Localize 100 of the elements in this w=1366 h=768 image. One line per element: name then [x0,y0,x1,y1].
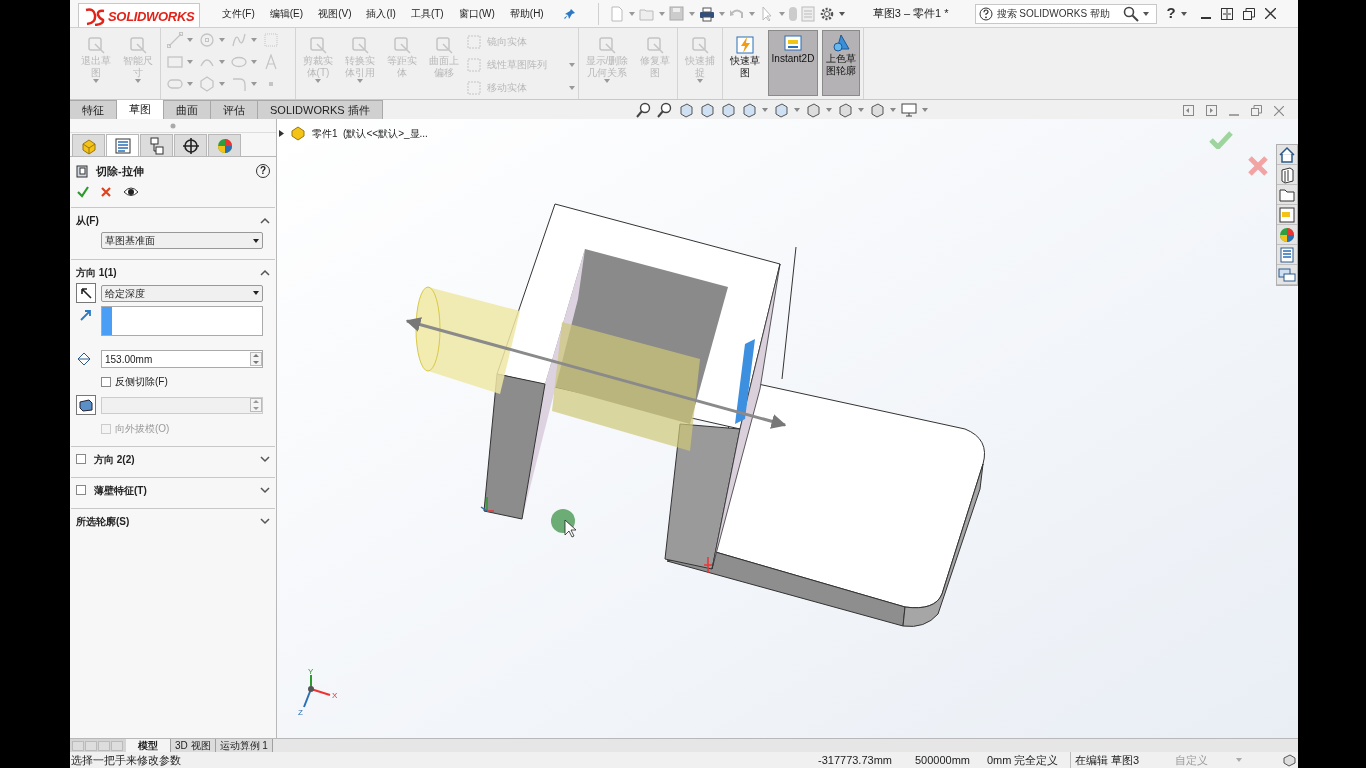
section-header[interactable]: 薄壁特征(T) [94,482,147,498]
ok-icon[interactable] [77,186,89,198]
feature-tree-item[interactable]: 零件1 (默认<<默认>_显... [312,125,428,141]
settings-icon[interactable] [818,5,835,22]
command-tab[interactable]: 草图 [117,100,164,119]
tool-icon [350,35,370,55]
chevron-icon[interactable] [260,455,270,463]
search-icon [1122,5,1139,22]
close-icon[interactable] [1264,8,1276,19]
chevron-icon[interactable] [260,216,270,224]
checkbox[interactable] [76,485,86,495]
panel-title: 切除-拉伸 [96,163,144,179]
home-icon[interactable] [1278,145,1296,164]
menu-item[interactable]: 工具(T) [410,6,444,21]
eye-icon[interactable] [123,186,139,198]
grip-icon[interactable] [170,122,176,129]
draft-icon [78,398,94,412]
property-list-icon[interactable] [1278,245,1296,264]
appearance-ball-icon[interactable] [1278,225,1296,244]
search-field[interactable]: 搜索 SOLIDWORKS 帮助 [974,3,1157,24]
axis-label: Z [298,708,303,717]
caret-icon[interactable] [253,238,259,243]
spinner-icon[interactable] [250,352,262,366]
palette-icon[interactable] [1278,205,1296,224]
logo-text: SOLIDWORKS [108,8,195,27]
ribbon-button[interactable]: Instant2D [768,30,818,96]
menu-item[interactable]: 编辑(E) [269,6,304,21]
chat-icon[interactable] [1278,265,1296,284]
dropdown[interactable]: 草图基准面 [101,232,263,249]
cancel-icon[interactable] [101,187,111,197]
sketch-origin-icon [703,556,713,574]
expand-arrow-icon[interactable] [279,129,284,137]
axis-label: X [332,691,338,700]
tool-icon [597,35,617,55]
save-icon[interactable] [668,5,685,22]
checkbox[interactable] [76,454,86,464]
tool-icon [392,35,412,55]
command-tab[interactable]: SOLIDWORKS 插件 [258,100,383,119]
print-icon[interactable] [698,5,715,22]
library-icon[interactable] [1278,165,1296,184]
selection-list[interactable] [101,306,263,336]
section-header[interactable]: 从(F) [76,212,99,228]
view-tab[interactable]: 模型 [126,739,171,752]
pin-icon[interactable] [563,7,576,20]
spinner-icon[interactable] [250,398,262,412]
window-title: 草图3 – 零件1 * [872,6,949,22]
ribbon-button[interactable]: 快速草图 [726,32,764,80]
logo-icon [84,8,106,26]
help-button[interactable]: ? [1166,2,1176,25]
checkbox[interactable] [101,376,111,387]
section-header[interactable]: 方向 1(1) [76,264,117,280]
ribbon-button[interactable]: 上色草图轮廓 [822,30,860,96]
origin-triad-icon [480,496,495,512]
menu-item[interactable]: 帮助(H) [509,6,544,21]
chevron-icon[interactable] [260,517,270,525]
tool-icon [690,35,710,55]
menu-item[interactable]: 文件(F) [222,6,255,21]
caret-icon[interactable] [1142,11,1149,16]
menu-item[interactable]: 视图(V) [318,6,352,21]
monitor-icon[interactable] [901,102,917,118]
tile-icon[interactable] [1220,7,1233,20]
status-message: 选择一把手来修改参数 [70,752,181,768]
reverse-direction-button[interactable] [76,283,96,303]
chevron-icon[interactable] [260,268,270,276]
status-field: -317773.73mm [818,751,892,768]
ruler-sketch-icon [783,33,803,53]
command-tab[interactable]: 曲面 [164,100,211,119]
menu-item[interactable]: 插入(I) [366,6,396,21]
draft-button[interactable] [76,395,96,415]
caret-icon[interactable] [1180,11,1187,16]
panel-right-icon[interactable] [1206,105,1217,116]
caret-icon[interactable] [838,11,845,16]
dropdown[interactable]: 给定深度 [101,284,263,302]
depth-field[interactable]: 153.00mm [101,350,263,368]
axis-triad-icon [303,674,331,708]
direction-arrow[interactable] [405,317,787,429]
panel-left-icon[interactable] [1183,105,1194,116]
status-field: 500000mm [915,751,971,768]
zoom-fit-icon[interactable] [636,102,652,118]
panel-tab[interactable] [174,134,207,156]
section-header[interactable]: 所选轮廓(S) [76,513,130,529]
menu-item[interactable]: 窗口(W) [458,6,495,21]
status-field: 完全定义 [1014,751,1058,768]
section-header[interactable]: 方向 2(2) [94,451,135,467]
view-tab[interactable]: 3D 视图 [171,739,216,752]
confirm-cancel-icon[interactable] [1247,155,1269,177]
command-tab[interactable]: 评估 [211,100,258,119]
confirm-ok-icon[interactable] [1209,131,1233,149]
draft-angle-field[interactable] [101,396,263,414]
zoom-area-icon[interactable] [657,102,673,118]
restore-icon[interactable] [1242,7,1255,20]
checkbox-label: 反侧切除(F) [115,375,168,389]
shaded-triangle-icon [831,33,851,53]
status-field: 在编辑 草图3 [1070,751,1140,768]
view-tab[interactable]: 运动算例 1 [215,739,273,752]
caret-icon[interactable] [253,291,259,295]
tool-icon [86,35,106,55]
status-field: 0mm [987,751,1012,768]
command-tab[interactable]: 特征 [70,100,117,119]
chevron-icon[interactable] [260,486,270,494]
